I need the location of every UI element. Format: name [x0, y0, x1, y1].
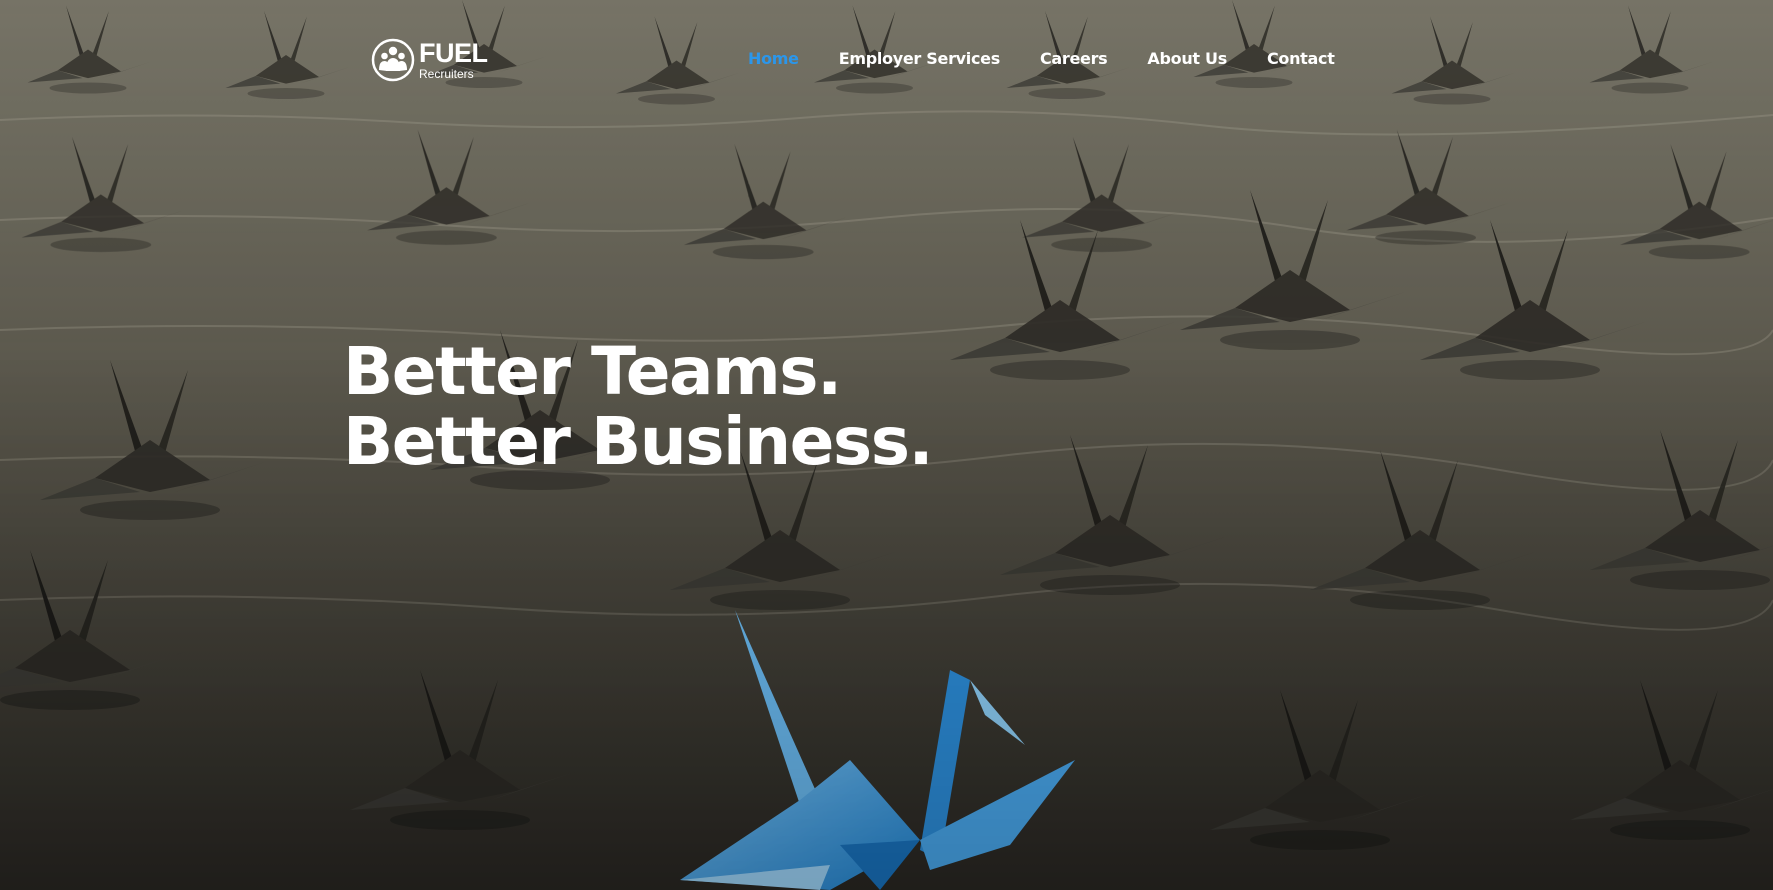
- main-nav: Home Employer Services Careers About Us …: [748, 49, 1375, 68]
- nav-link-home[interactable]: Home: [748, 49, 799, 68]
- nav-link-contact[interactable]: Contact: [1267, 49, 1335, 68]
- brand-logo[interactable]: FUEL Recruiters: [371, 38, 488, 82]
- hero-section: FUEL Recruiters Home Employer Services C…: [0, 0, 1773, 890]
- brand-wordmark: FUEL Recruiters: [419, 38, 488, 81]
- hero-headline-line-2: Better Business.: [343, 403, 934, 480]
- nav-link-about-us[interactable]: About Us: [1147, 49, 1227, 68]
- hero-headline: Better Teams. Better Business.: [343, 333, 934, 480]
- nav-link-employer-services[interactable]: Employer Services: [839, 49, 1001, 68]
- team-icon: [371, 38, 415, 82]
- nav-link-careers[interactable]: Careers: [1040, 49, 1108, 68]
- brand-name: FUEL: [419, 38, 488, 68]
- hero-headline-line-1: Better Teams.: [343, 333, 842, 410]
- brand-tagline: Recruiters: [419, 67, 474, 81]
